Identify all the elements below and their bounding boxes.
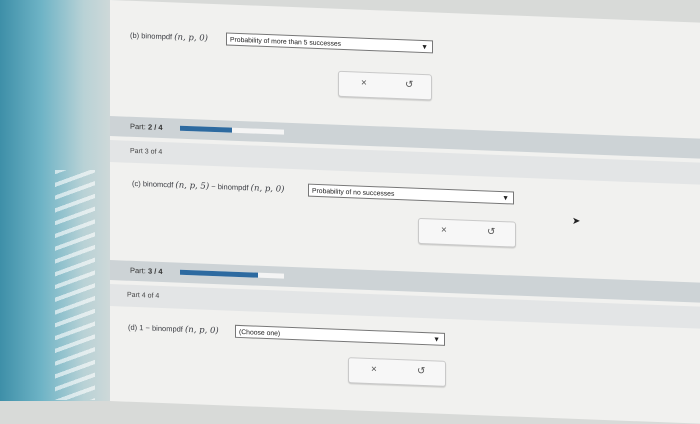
- progress-fill-2: [180, 125, 232, 133]
- question-c-letter: (c): [132, 178, 141, 189]
- question-d-args: (n, p, 0): [184, 324, 219, 337]
- answer-select-c-value: Probability of no successes: [312, 187, 395, 198]
- close-icon[interactable]: ×: [441, 225, 447, 236]
- progress-value-2: 2 / 4: [147, 122, 163, 133]
- undo-icon[interactable]: ↺: [417, 366, 425, 377]
- background-left-edge: [0, 0, 120, 401]
- question-c-function2: binompdf: [217, 182, 249, 193]
- chevron-down-icon: ▼: [502, 195, 509, 203]
- question-c-minus: −: [211, 181, 216, 192]
- question-d-letter: (d): [128, 322, 138, 333]
- question-b-function: binompdf: [141, 31, 173, 42]
- close-icon[interactable]: ×: [361, 78, 367, 89]
- answer-select-d[interactable]: (Choose one) ▼: [235, 324, 445, 346]
- chevron-down-icon: ▼: [433, 336, 440, 344]
- undo-icon[interactable]: ↺: [487, 226, 495, 237]
- question-d: (d) 1 − binompdf (n, p, 0): [128, 323, 219, 336]
- question-d-function: binompdf: [152, 323, 183, 334]
- question-d-one: 1: [139, 323, 144, 333]
- undo-icon[interactable]: ↺: [405, 79, 413, 90]
- answer-select-b[interactable]: Probability of more than 5 successes ▼: [226, 32, 433, 54]
- progress-value-3: 3 / 4: [147, 266, 163, 277]
- question-d-minus: −: [145, 323, 150, 333]
- progress-label-3-text: Part:: [130, 265, 146, 276]
- answer-select-b-value: Probability of more than 5 successes: [230, 36, 342, 48]
- answer-select-d-value: (Choose one): [239, 328, 281, 338]
- close-icon[interactable]: ×: [371, 364, 377, 375]
- question-c: (c) binomcdf (n, p, 5) − binompdf (n, p,…: [132, 179, 284, 195]
- question-b: (b) binompdf (n, p, 0): [130, 31, 208, 44]
- answer-select-c[interactable]: Probability of no successes ▼: [308, 183, 514, 205]
- question-c-args2: (n, p, 0): [250, 183, 285, 195]
- question-b-letter: (b): [130, 30, 140, 41]
- progress-label-2: Part: 2 / 4: [130, 122, 163, 132]
- action-buttons-c: × ↺: [418, 217, 516, 248]
- progress-label-2-text: Part:: [130, 121, 146, 132]
- background-pattern: [55, 170, 95, 400]
- progress-label-3: Part: 3 / 4: [130, 266, 163, 276]
- action-buttons-d: × ↺: [348, 357, 446, 387]
- part4-header-text: Part 4 of 4: [127, 291, 160, 300]
- question-c-function1: binomcdf: [142, 179, 174, 190]
- worksheet-page: (b) binompdf (n, p, 0) Probability of mo…: [110, 0, 700, 424]
- chevron-down-icon: ▼: [421, 43, 428, 52]
- question-c-args1: (n, p, 5): [175, 180, 210, 192]
- action-buttons-b: × ↺: [338, 70, 432, 101]
- progress-track-2: [180, 125, 284, 135]
- part3-header-text: Part 3 of 4: [130, 147, 163, 157]
- question-b-args: (n, p, 0): [174, 32, 208, 44]
- progress-fill-3: [180, 269, 258, 278]
- cursor-icon: ➤: [572, 216, 581, 227]
- progress-track-3: [180, 269, 284, 279]
